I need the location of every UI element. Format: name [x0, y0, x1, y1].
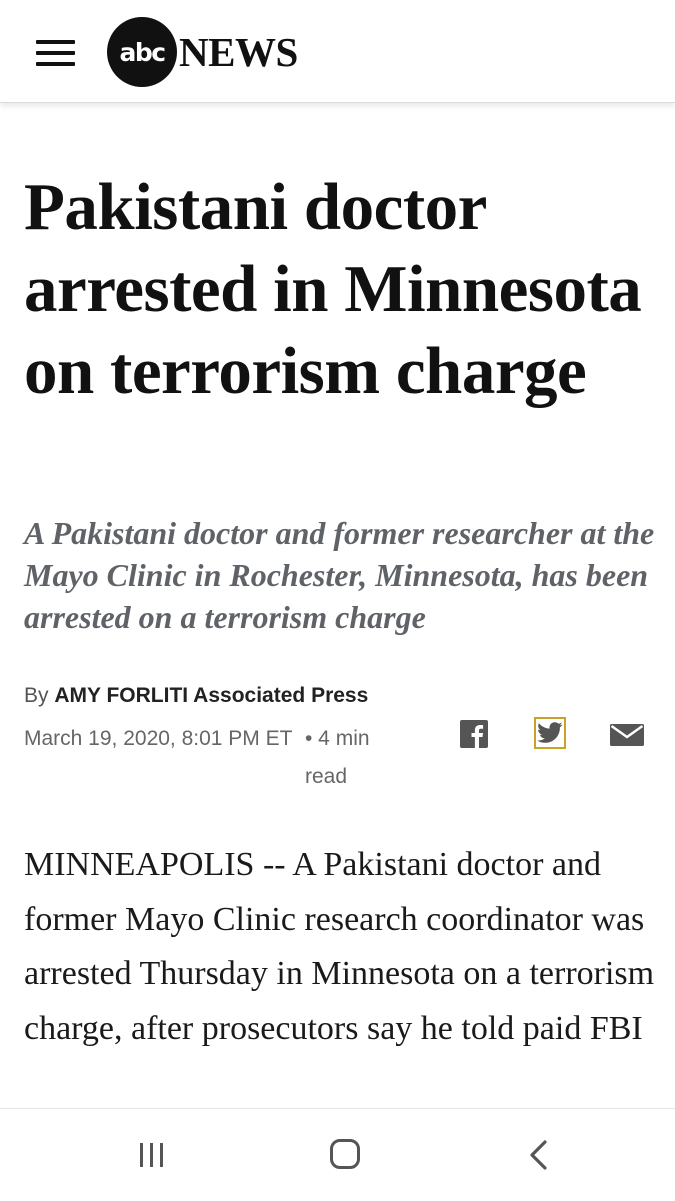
email-icon[interactable] — [610, 724, 644, 746]
hamburger-menu-icon[interactable] — [36, 38, 76, 68]
recents-icon[interactable] — [138, 1141, 168, 1169]
system-navigation-bar — [0, 1108, 675, 1201]
back-icon[interactable] — [526, 1139, 552, 1171]
publish-date: March 19, 2020, 8:01 PM ET — [24, 727, 293, 750]
twitter-icon[interactable] — [534, 717, 566, 749]
byline: By AMY FORLITI Associated Press — [24, 684, 368, 708]
read-time: • 4 min read — [305, 727, 370, 788]
article-body-text: MINNEAPOLIS -- A Pakistani doctor and fo… — [24, 846, 655, 1047]
home-icon[interactable] — [330, 1139, 360, 1169]
article-subheadline: A Pakistani doctor and former researcher… — [24, 515, 655, 635]
logo-wordmark: NEWS — [179, 29, 298, 75]
article-headline: Pakistani doctor arrested in Minnesota o… — [24, 170, 642, 408]
logo-badge: abc — [107, 17, 177, 87]
site-header: abc NEWS — [0, 0, 675, 103]
author-name[interactable]: AMY FORLITI Associated Press — [54, 684, 368, 707]
abc-news-logo[interactable]: abc NEWS — [107, 16, 298, 88]
facebook-icon[interactable] — [460, 720, 488, 748]
byline-prefix: By — [24, 684, 49, 707]
